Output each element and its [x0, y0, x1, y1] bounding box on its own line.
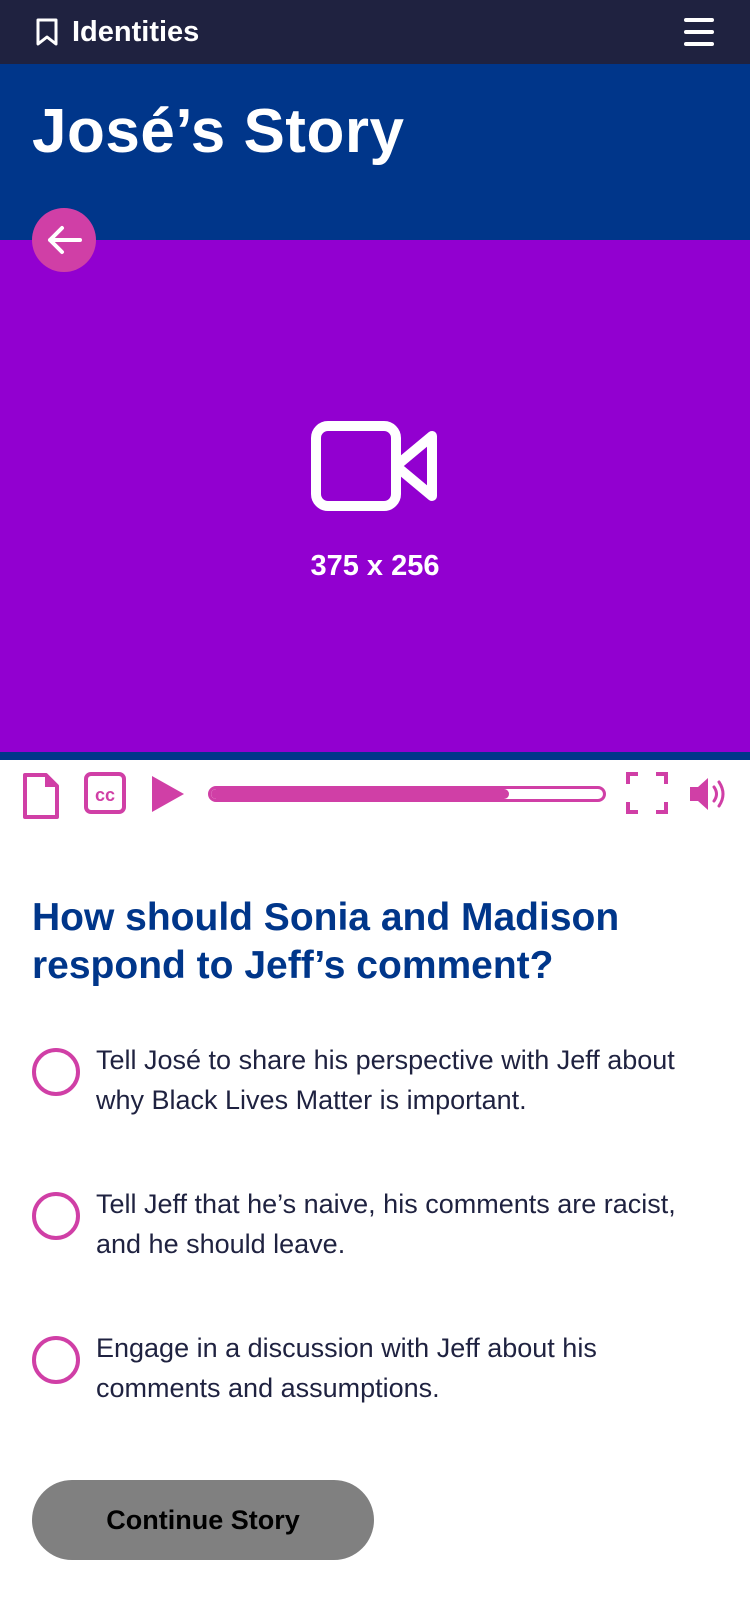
radio-button[interactable]: [32, 1336, 80, 1384]
radio-button[interactable]: [32, 1048, 80, 1096]
progress-fill: [211, 789, 509, 799]
title-band: José’s Story: [0, 64, 750, 240]
answer-option[interactable]: Engage in a discussion with Jeff about h…: [32, 1328, 732, 1424]
video-camera-icon: [311, 421, 437, 511]
brand-title[interactable]: Identities: [72, 14, 199, 50]
top-navigation-bar: Identities: [0, 0, 750, 64]
answer-option-label[interactable]: Engage in a discussion with Jeff about h…: [96, 1328, 726, 1408]
video-placeholder-dimensions: 375 x 256: [310, 550, 440, 582]
radio-button[interactable]: [32, 1192, 80, 1240]
bookmark-icon[interactable]: [34, 17, 60, 47]
answer-option-label[interactable]: Tell Jeff that he’s naive, his comments …: [96, 1184, 726, 1264]
continue-story-button[interactable]: Continue Story: [32, 1480, 374, 1560]
hamburger-menu-icon[interactable]: [682, 16, 716, 48]
transcript-icon[interactable]: [22, 772, 60, 820]
volume-icon[interactable]: [688, 774, 730, 814]
arrow-left-icon: [48, 226, 82, 254]
answer-option-label[interactable]: Tell José to share his perspective with …: [96, 1040, 726, 1120]
divider: [0, 752, 750, 760]
question-heading: How should Sonia and Madison respond to …: [32, 896, 620, 987]
back-button[interactable]: [32, 208, 96, 272]
player-controls: cc: [0, 760, 750, 830]
fullscreen-icon[interactable]: [626, 772, 668, 814]
answer-option[interactable]: Tell Jeff that he’s naive, his comments …: [32, 1184, 732, 1280]
progress-bar[interactable]: [208, 786, 606, 802]
page-title: José’s Story: [32, 97, 405, 166]
video-player[interactable]: 375 x 256: [0, 240, 750, 752]
cc-label: cc: [95, 785, 115, 805]
answer-option[interactable]: Tell José to share his perspective with …: [32, 1040, 732, 1136]
closed-captions-icon[interactable]: cc: [84, 772, 126, 814]
play-icon[interactable]: [150, 774, 186, 814]
